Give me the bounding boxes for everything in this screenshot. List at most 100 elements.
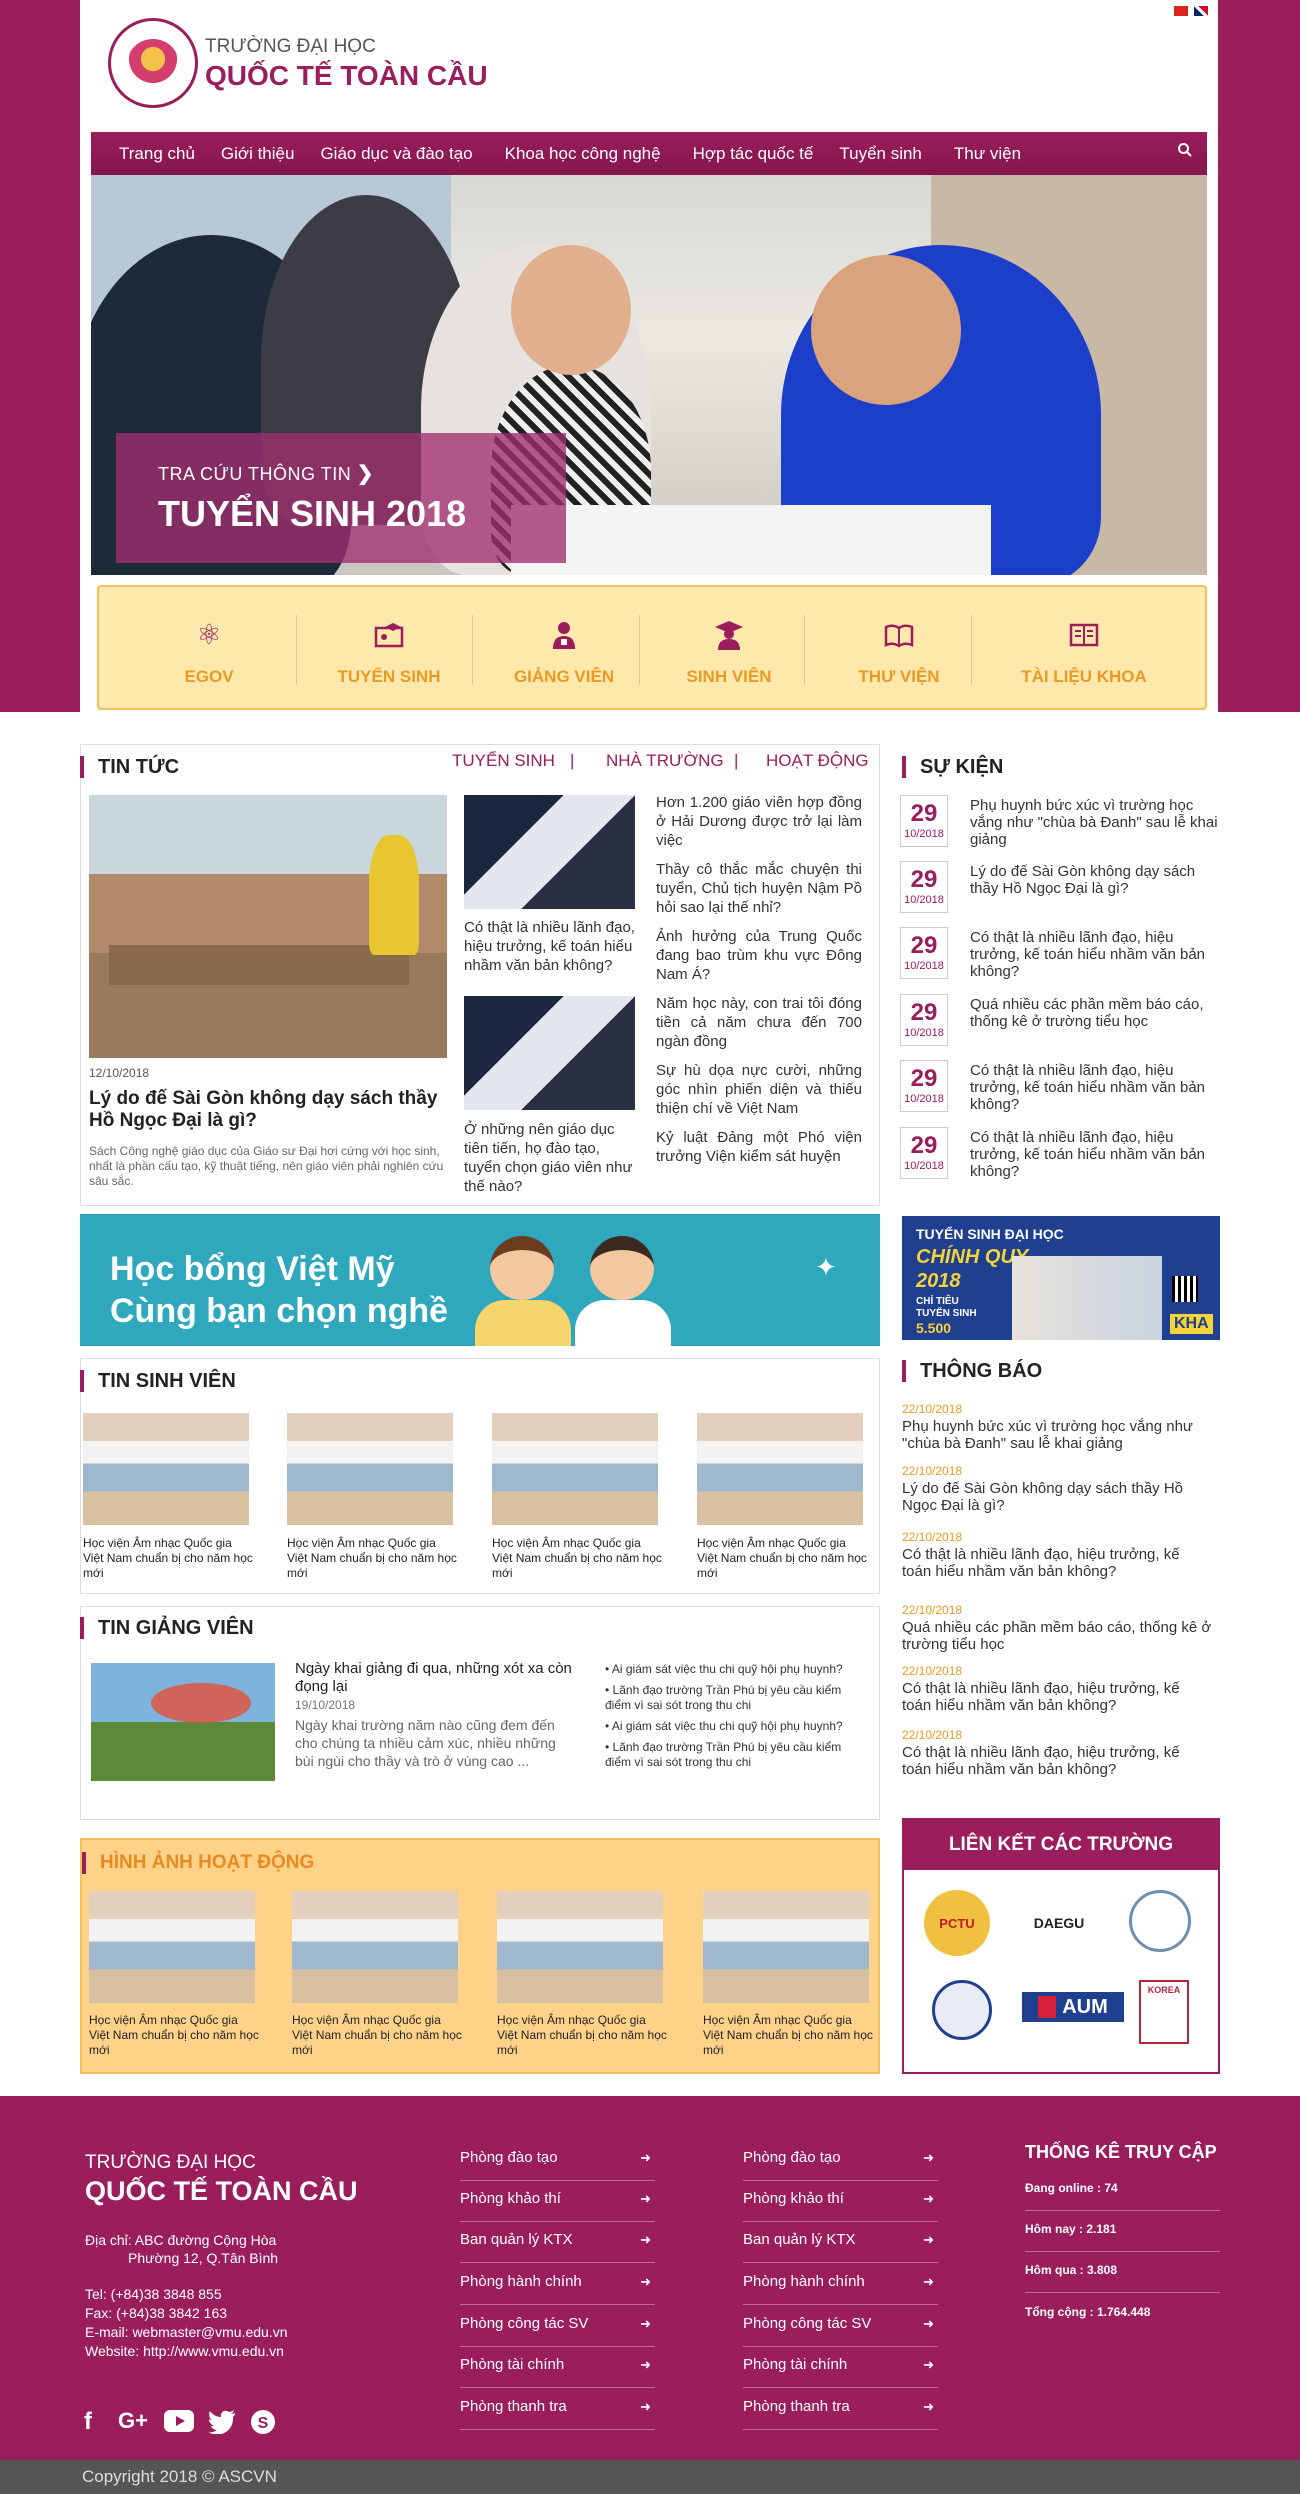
skype-icon[interactable]: S [250,2409,276,2442]
school-logo[interactable] [108,18,198,108]
partner-logo-aum[interactable]: AUM [1022,1992,1124,2022]
language-switcher[interactable] [1174,6,1208,16]
event-item[interactable]: 29 10/2018 Phụ huynh bức xúc vì trường học… [900,795,1220,849]
nav-science[interactable]: Khoa học công nghệ [505,144,661,164]
tab-activities[interactable]: HOẠT ĐỘNG [766,751,869,771]
nav-international[interactable]: Hợp tác quốc tế [693,144,814,164]
hero-subtitle[interactable]: TRA CỨU THÔNG TIN ❯ [158,461,374,486]
footer-link[interactable]: Phòng đào tạo ➜ [743,2140,938,2181]
nav-about[interactable]: Giới thiệu [221,144,295,164]
notice-title[interactable]: Lý do đế Sài Gòn không dạy sách thầy Hồ … [902,1480,1212,1514]
partner-logo-daegu[interactable]: DAEGU [1024,1890,1094,1956]
footer-link[interactable]: Ban quản lý KTX ➜ [743,2222,938,2263]
partner-logo-pctu[interactable]: PCTU [924,1890,990,1956]
school-name-main[interactable]: QUỐC TẾ TOÀN CẦU [205,60,488,92]
notice-item[interactable]: 22/10/2018 Phụ huynh bức xúc vì trường họ… [902,1402,1212,1452]
quick-link-lecturers[interactable]: GIẢNG VIÊN [484,587,644,712]
footer-link[interactable]: Phòng hành chính ➜ [460,2264,655,2305]
footer-link[interactable]: Phòng tài chính ➜ [743,2347,938,2388]
tab-admissions[interactable]: TUYỂN SINH [452,751,555,771]
uk-flag-icon[interactable] [1194,6,1208,16]
lecturer-news-title[interactable]: Ngày khai giảng đi qua, những xót xa còn… [295,1660,575,1696]
event-title[interactable]: Quá nhiều các phần mềm báo cáo, thống kê… [970,996,1220,1030]
event-title[interactable]: Có thật là nhiều lãnh đạo, hiệu trưởng, … [970,1129,1220,1180]
partner-logo-korea[interactable]: KOREA [1139,1980,1189,2044]
footer-link[interactable]: Phòng công tác SV ➜ [743,2306,938,2347]
notice-item[interactable]: 22/10/2018 Quá nhiều các phần mềm báo cáo… [902,1603,1212,1653]
news-image[interactable] [464,996,635,1110]
student-news-caption[interactable]: Học viện Âm nhạc Quốc gia Việt Nam chuẩn… [492,1536,662,1581]
partner-logo-seal[interactable] [1129,1890,1191,1952]
gallery-caption[interactable]: Học viện Âm nhạc Quốc gia Việt Nam chuẩn… [703,2013,873,2058]
facebook-icon[interactable]: f [84,2408,92,2436]
nav-home[interactable]: Trang chủ [119,144,195,164]
gallery-image[interactable] [497,1891,663,2003]
footer-email[interactable]: E-mail: webmaster@vmu.edu.vn [85,2324,288,2340]
event-item[interactable]: 29 10/2018 Quá nhiều các phần mềm báo cáo,… [900,994,1220,1048]
bullet-item[interactable]: • Lãnh đạo trường Trần Phú bị yêu cầu ki… [605,1740,855,1770]
bullet-item[interactable]: • Ai giám sát việc thu chi quỹ hội phụ h… [605,1662,855,1677]
admissions-banner[interactable]: TUYỂN SINH ĐẠI HỌC CHÍNH QUY 2018 CHỈ TI… [902,1216,1220,1340]
footer-link[interactable]: Ban quản lý KTX ➜ [460,2222,655,2263]
footer-link[interactable]: Phòng hành chính ➜ [743,2264,938,2305]
gallery-caption[interactable]: Học viện Âm nhạc Quốc gia Việt Nam chuẩn… [497,2013,667,2058]
event-item[interactable]: 29 10/2018 Có thật là nhiều lãnh đạo, hiệu… [900,927,1220,981]
news-list-item[interactable]: Ảnh hưởng của Trung Quốc đang bao trùm k… [656,927,862,984]
nav-library[interactable]: Thư viện [954,144,1021,164]
event-title[interactable]: Có thật là nhiều lãnh đạo, hiệu trưởng, … [970,1062,1220,1113]
notice-item[interactable]: 22/10/2018 Lý do đế Sài Gòn không dạy sác… [902,1464,1212,1514]
student-news-image[interactable] [492,1413,658,1525]
footer-link[interactable]: Phòng thanh tra ➜ [460,2389,655,2430]
news-title[interactable]: Ở những nên giáo dục tiên tiến, họ đào t… [464,1120,639,1196]
featured-news-image[interactable] [89,795,447,1058]
footer-link[interactable]: Phòng khảo thí ➜ [460,2181,655,2222]
news-list-item[interactable]: Sự hù dọa nực cười, những góc nhìn phiến… [656,1061,862,1118]
event-title[interactable]: Phụ huynh bức xúc vì trường học vắng như… [970,797,1220,848]
news-image[interactable] [464,795,635,909]
news-title[interactable]: Có thật là nhiều lãnh đạo, hiệu trưởng, … [464,918,639,975]
quick-link-library[interactable]: THƯ VIỆN [819,587,979,712]
notice-title[interactable]: Phụ huynh bức xúc vì trường học vắng như… [902,1418,1212,1452]
footer-link[interactable]: Phòng khảo thí ➜ [743,2181,938,2222]
news-list-item[interactable]: Kỷ luật Đảng một Phó viện trưởng Viện ki… [656,1128,862,1166]
quick-link-documents[interactable]: TÀI LIỆU KHOA [979,587,1189,712]
event-item[interactable]: 29 10/2018 Có thật là nhiều lãnh đạo, hiệu… [900,1127,1220,1181]
event-item[interactable]: 29 10/2018 Có thật là nhiều lãnh đạo, hiệu… [900,1060,1220,1114]
notice-title[interactable]: Có thật là nhiều lãnh đạo, hiệu trưởng, … [902,1680,1212,1714]
featured-news-title[interactable]: Lý do đế Sài Gòn không dạy sách thầy Hồ … [89,1088,447,1132]
footer-website[interactable]: Website: http://www.vmu.edu.vn [85,2343,284,2359]
hero-banner[interactable]: TRA CỨU THÔNG TIN ❯ TUYỂN SINH 2018 [91,175,1207,575]
student-news-image[interactable] [287,1413,453,1525]
gallery-caption[interactable]: Học viện Âm nhạc Quốc gia Việt Nam chuẩn… [292,2013,462,2058]
quick-link-students[interactable]: SINH VIÊN [649,587,809,712]
gallery-caption[interactable]: Học viện Âm nhạc Quốc gia Việt Nam chuẩn… [89,2013,259,2058]
partner-logo-emblem[interactable] [932,1980,992,2040]
search-icon[interactable] [1177,142,1193,163]
notice-item[interactable]: 22/10/2018 Có thật là nhiều lãnh đạo, hiệ… [902,1664,1212,1714]
student-news-caption[interactable]: Học viện Âm nhạc Quốc gia Việt Nam chuẩn… [697,1536,867,1581]
footer-link[interactable]: Phòng thanh tra ➜ [743,2389,938,2430]
news-list-item[interactable]: Hơn 1.200 giáo viên hợp đồng ở Hải Dương… [656,793,862,850]
nav-education[interactable]: Giáo dục và đào tạo [320,144,472,164]
quick-link-admissions[interactable]: TUYỂN SINH [309,587,469,712]
tab-school[interactable]: NHÀ TRƯỜNG [606,751,724,771]
bullet-item[interactable]: • Ai giám sát việc thu chi quỹ hội phụ h… [605,1719,855,1734]
notice-item[interactable]: 22/10/2018 Có thật là nhiều lãnh đạo, hiệ… [902,1530,1212,1580]
student-news-caption[interactable]: Học viện Âm nhạc Quốc gia Việt Nam chuẩn… [287,1536,457,1581]
event-title[interactable]: Có thật là nhiều lãnh đạo, hiệu trưởng, … [970,929,1220,980]
footer-link[interactable]: Phòng công tác SV ➜ [460,2306,655,2347]
student-news-caption[interactable]: Học viện Âm nhạc Quốc gia Việt Nam chuẩn… [83,1536,253,1581]
bullet-item[interactable]: • Lãnh đạo trường Trần Phú bị yêu cầu ki… [605,1683,855,1713]
google-plus-icon[interactable]: G+ [118,2408,148,2434]
news-list-item[interactable]: Năm học này, con trai tôi đóng tiền cả n… [656,994,862,1051]
youtube-icon[interactable] [164,2410,194,2439]
scholarship-banner[interactable]: Học bổng Việt Mỹ Cùng bạn chọn nghề ✦ [80,1214,880,1346]
notice-title[interactable]: Có thật là nhiều lãnh đạo, hiệu trưởng, … [902,1744,1212,1778]
nav-admissions[interactable]: Tuyển sinh [839,144,922,164]
gallery-image[interactable] [89,1891,255,2003]
notice-item[interactable]: 22/10/2018 Có thật là nhiều lãnh đạo, hiệ… [902,1728,1212,1778]
twitter-icon[interactable] [208,2410,236,2441]
vietnam-flag-icon[interactable] [1174,6,1188,16]
quick-link-egov[interactable]: ⚛ EGOV [129,587,289,712]
event-item[interactable]: 29 10/2018 Lý do đế Sài Gòn không dạy sách… [900,861,1220,915]
